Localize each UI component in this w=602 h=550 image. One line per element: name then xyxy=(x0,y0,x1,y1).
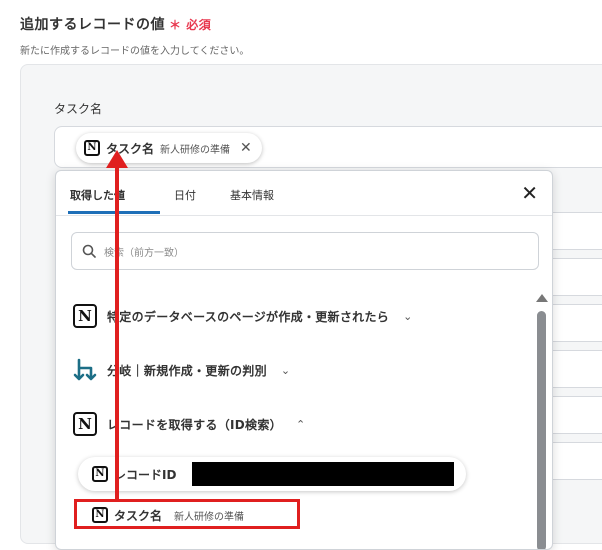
section-description: 新たに作成するレコードの値を入力してください。 xyxy=(20,46,250,57)
active-tab-indicator xyxy=(68,211,160,214)
group-trigger[interactable]: N 特定のデータベースのページが作成・更新されたら ⌄ xyxy=(73,304,412,328)
tab-date[interactable]: 日付 xyxy=(174,187,196,203)
chip-value: 新人研修の準備 xyxy=(160,144,231,156)
task-name-value-chip[interactable]: N タスク名 新人研修の準備 ✕ xyxy=(76,133,262,163)
notion-icon: N xyxy=(92,466,108,482)
close-icon[interactable]: ✕ xyxy=(240,140,252,156)
annotation-arrow xyxy=(115,165,119,500)
notion-icon: N xyxy=(73,412,97,436)
tab-bar: 取得した値 日付 基本情報 ✕ xyxy=(56,171,552,216)
section-title: 追加するレコードの値＊ 必須 xyxy=(20,17,212,33)
list-item-record-id[interactable]: N レコードID xyxy=(78,457,466,491)
chevron-down-icon: ⌄ xyxy=(280,363,291,377)
notion-icon: N xyxy=(84,140,100,156)
background-field xyxy=(550,396,602,434)
group-branch[interactable]: 分岐｜新規作成・更新の判別 ⌄ xyxy=(73,358,290,382)
chevron-down-icon: ⌄ xyxy=(403,309,413,323)
task-name-label: タスク名 xyxy=(54,102,103,116)
search-icon xyxy=(82,244,96,258)
tab-basic-info[interactable]: 基本情報 xyxy=(230,187,274,203)
chevron-up-icon: ⌃ xyxy=(295,417,306,431)
background-field xyxy=(550,442,602,480)
group-get-record[interactable]: N レコードを取得する（ID検索） ⌃ xyxy=(73,412,305,436)
background-field xyxy=(550,304,602,342)
value-picker-popup: 取得した値 日付 基本情報 ✕ 検索（前方一致） N 特定のデータベースのページ… xyxy=(55,170,553,550)
notion-icon: N xyxy=(73,304,97,328)
close-icon[interactable]: ✕ xyxy=(521,183,538,203)
background-field xyxy=(550,350,602,388)
scroll-up-arrow-icon[interactable] xyxy=(536,294,548,302)
background-field xyxy=(550,212,602,250)
required-badge: ＊ 必須 xyxy=(169,18,212,32)
annotation-arrow-head xyxy=(106,150,128,168)
redacted-value xyxy=(192,462,455,486)
branch-icon xyxy=(73,358,97,381)
search-input[interactable]: 検索（前方一致） xyxy=(71,232,539,270)
annotation-highlight-box xyxy=(74,499,300,529)
background-field xyxy=(550,258,602,296)
scrollbar[interactable] xyxy=(537,311,546,549)
